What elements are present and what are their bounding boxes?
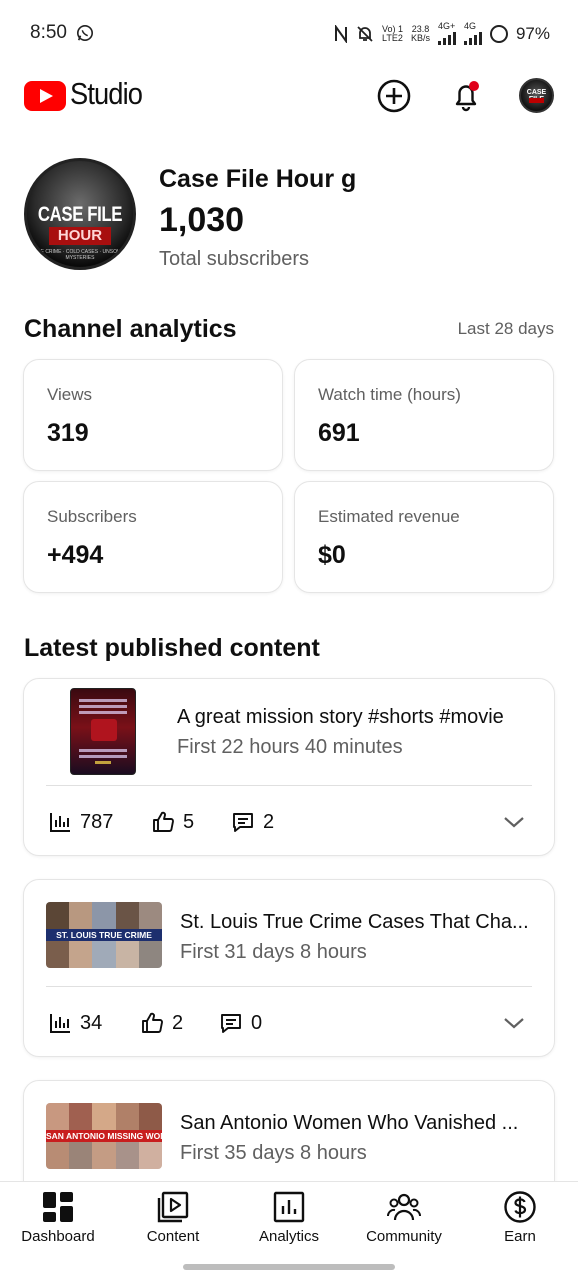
subscriber-label: Total subscribers bbox=[159, 248, 310, 270]
signal-2: 4G bbox=[463, 22, 482, 45]
earn-icon bbox=[504, 1191, 536, 1223]
video-title[interactable]: A great mission story #shorts #movie bbox=[177, 706, 537, 729]
video-title[interactable]: St. Louis True Crime Cases That Cha... bbox=[180, 911, 538, 934]
status-time: 8:50 bbox=[30, 22, 67, 43]
analytics-period: Last 28 days bbox=[457, 319, 554, 338]
network-speed: 23.8 KB/s bbox=[410, 23, 430, 43]
bar-chart-icon bbox=[50, 813, 70, 832]
video-title[interactable]: San Antonio Women Who Vanished ... bbox=[180, 1112, 538, 1135]
video-thumbnail[interactable]: SAN ANTONIO MISSING WOMEN bbox=[46, 1103, 162, 1169]
content-icon bbox=[157, 1191, 189, 1223]
app-header: Studio CASE FILE bbox=[0, 70, 578, 122]
bar-chart-icon bbox=[50, 1014, 70, 1033]
youtube-logo-icon bbox=[24, 81, 66, 111]
views-stat: 34 bbox=[48, 1011, 102, 1035]
comment-icon bbox=[221, 1014, 241, 1033]
signal-1: 4G+ bbox=[437, 22, 456, 45]
video-timeframe: First 22 hours 40 minutes bbox=[177, 736, 403, 758]
home-indicator[interactable] bbox=[183, 1264, 395, 1270]
app-brand: Studio bbox=[70, 76, 143, 111]
notifications-icon[interactable] bbox=[447, 77, 485, 115]
video-timeframe: First 35 days 8 hours bbox=[180, 1142, 367, 1164]
nav-community[interactable]: Community bbox=[354, 1190, 454, 1245]
nav-dashboard[interactable]: Dashboard bbox=[8, 1190, 108, 1245]
divider bbox=[46, 785, 532, 786]
comment-icon bbox=[233, 813, 253, 832]
content-card[interactable]: A great mission story #shorts #movie Fir… bbox=[23, 678, 555, 856]
views-stat: 787 bbox=[48, 810, 113, 834]
nav-analytics[interactable]: Analytics bbox=[239, 1190, 339, 1245]
mute-icon bbox=[357, 25, 373, 42]
nfc-icon bbox=[334, 24, 347, 43]
thumbs-up-icon bbox=[153, 811, 174, 832]
divider bbox=[46, 986, 532, 987]
community-icon bbox=[387, 1193, 421, 1221]
channel-name: Case File Hour g bbox=[159, 165, 357, 193]
comments-stat: 2 bbox=[231, 810, 274, 834]
chevron-down-icon[interactable] bbox=[502, 810, 526, 834]
comments-stat: 0 bbox=[219, 1011, 262, 1035]
battery-icon bbox=[489, 24, 508, 43]
video-thumbnail[interactable]: ST. LOUIS TRUE CRIME bbox=[46, 902, 162, 968]
signal-bars-icon bbox=[437, 31, 456, 45]
channel-avatar[interactable]: CASE FILE HOUR TRUE CRIME · COLD CASES ·… bbox=[24, 158, 136, 270]
content-card[interactable]: ST. LOUIS TRUE CRIME St. Louis True Crim… bbox=[23, 879, 555, 1057]
create-icon[interactable] bbox=[375, 77, 413, 115]
metric-card-revenue[interactable]: Estimated revenue $0 bbox=[294, 481, 554, 593]
signal-bars-icon bbox=[463, 31, 482, 45]
account-avatar[interactable]: CASE FILE bbox=[519, 78, 554, 113]
latest-content-title: Latest published content bbox=[24, 634, 320, 662]
likes-stat: 5 bbox=[151, 810, 194, 834]
battery-level: 97% bbox=[515, 23, 550, 43]
metric-card-subscribers[interactable]: Subscribers +494 bbox=[23, 481, 283, 593]
thumbs-up-icon bbox=[142, 1012, 163, 1033]
volte-indicator: Vo) 1 LTE2 bbox=[381, 23, 403, 43]
video-timeframe: First 31 days 8 hours bbox=[180, 941, 367, 963]
nav-content[interactable]: Content bbox=[123, 1190, 223, 1245]
channel-analytics-title: Channel analytics bbox=[24, 315, 237, 343]
chevron-down-icon[interactable] bbox=[502, 1011, 526, 1035]
status-bar: 8:50 Vo) 1 LTE2 23.8 KB/s 4G+ 4G 97% bbox=[0, 0, 578, 70]
dashboard-icon bbox=[43, 1192, 73, 1222]
likes-stat: 2 bbox=[140, 1011, 183, 1035]
analytics-icon bbox=[273, 1191, 305, 1223]
metric-card-watch-time[interactable]: Watch time (hours) 691 bbox=[294, 359, 554, 471]
video-thumbnail[interactable] bbox=[70, 688, 136, 775]
whatsapp-icon bbox=[76, 24, 94, 42]
nav-earn[interactable]: Earn bbox=[470, 1190, 570, 1245]
subscriber-count: 1,030 bbox=[159, 201, 245, 239]
metric-card-views[interactable]: Views 319 bbox=[23, 359, 283, 471]
